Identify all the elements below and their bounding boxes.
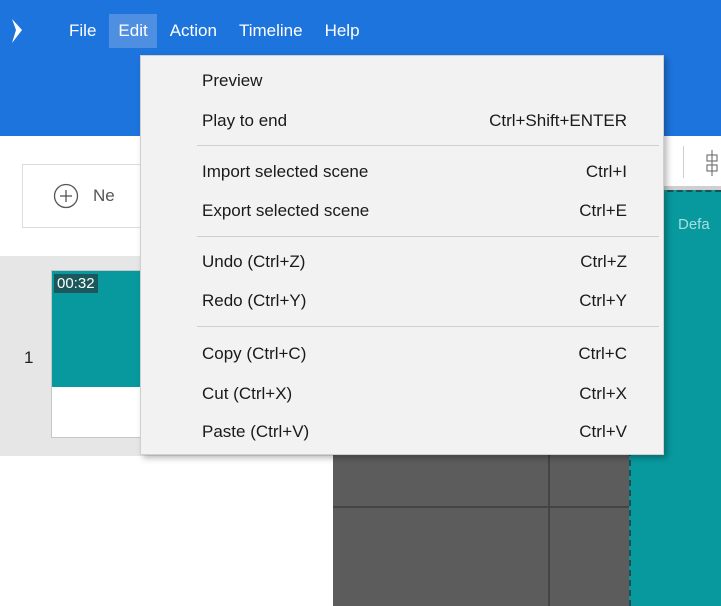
menu-file[interactable]: File bbox=[60, 14, 105, 48]
menu-item-label: Paste (Ctrl+V) bbox=[202, 422, 310, 441]
menu-item-label: Redo (Ctrl+Y) bbox=[202, 291, 307, 310]
menu-help[interactable]: Help bbox=[316, 14, 369, 48]
menu-item-shortcut: Ctrl+C bbox=[578, 344, 627, 363]
menu-item-import-scene[interactable]: Import selected scene Ctrl+I bbox=[141, 156, 663, 188]
menu-item-cut[interactable]: Cut (Ctrl+X) Ctrl+X bbox=[141, 378, 663, 410]
align-icon[interactable] bbox=[705, 148, 719, 178]
app-logo-icon bbox=[12, 19, 22, 43]
menu-separator bbox=[197, 236, 659, 237]
scene-thumbnail-preview: 00:32 bbox=[52, 271, 150, 387]
menu-item-preview[interactable]: Preview bbox=[141, 65, 663, 97]
menu-edit[interactable]: Edit bbox=[109, 14, 157, 48]
toolbar-divider bbox=[683, 146, 684, 178]
menu-item-label: Play to end bbox=[202, 111, 288, 130]
menu-item-label: Copy (Ctrl+C) bbox=[202, 344, 307, 363]
menu-timeline[interactable]: Timeline bbox=[230, 14, 312, 48]
menu-item-shortcut: Ctrl+V bbox=[579, 422, 627, 441]
menu-separator bbox=[197, 326, 659, 327]
menu-item-shortcut: Ctrl+Shift+ENTER bbox=[489, 111, 627, 130]
menu-item-play-to-end[interactable]: Play to end Ctrl+Shift+ENTER bbox=[141, 105, 663, 137]
scene-duration: 00:32 bbox=[54, 274, 98, 293]
menu-item-label: Undo (Ctrl+Z) bbox=[202, 252, 306, 271]
menu-separator bbox=[197, 145, 659, 146]
menu-item-redo[interactable]: Redo (Ctrl+Y) Ctrl+Y bbox=[141, 285, 663, 317]
canvas-scene-label: Defa bbox=[678, 216, 710, 233]
menu-bar: File Edit Action Timeline Help bbox=[60, 12, 373, 50]
grid-line bbox=[333, 506, 629, 508]
menu-item-shortcut: Ctrl+X bbox=[579, 384, 627, 403]
menu-item-copy[interactable]: Copy (Ctrl+C) Ctrl+C bbox=[141, 338, 663, 370]
edit-menu-dropdown: Preview Play to end Ctrl+Shift+ENTER Imp… bbox=[140, 55, 664, 455]
menu-item-label: Import selected scene bbox=[202, 162, 369, 181]
scene-thumbnail[interactable]: 00:32 bbox=[51, 270, 151, 438]
new-scene-label: Ne bbox=[93, 186, 115, 205]
menu-item-export-scene[interactable]: Export selected scene Ctrl+E bbox=[141, 195, 663, 227]
menu-item-shortcut: Ctrl+Y bbox=[579, 291, 627, 310]
plus-circle-icon bbox=[53, 183, 79, 209]
menu-item-shortcut: Ctrl+Z bbox=[580, 252, 627, 271]
scene-index: 1 bbox=[24, 348, 34, 367]
menu-item-paste[interactable]: Paste (Ctrl+V) Ctrl+V bbox=[141, 416, 663, 448]
menu-item-label: Preview bbox=[202, 71, 263, 90]
menu-item-undo[interactable]: Undo (Ctrl+Z) Ctrl+Z bbox=[141, 246, 663, 278]
menu-item-label: Export selected scene bbox=[202, 201, 370, 220]
menu-action[interactable]: Action bbox=[161, 14, 226, 48]
menu-item-label: Cut (Ctrl+X) bbox=[202, 384, 293, 403]
menu-item-shortcut: Ctrl+I bbox=[585, 162, 627, 181]
menu-item-shortcut: Ctrl+E bbox=[579, 201, 627, 220]
